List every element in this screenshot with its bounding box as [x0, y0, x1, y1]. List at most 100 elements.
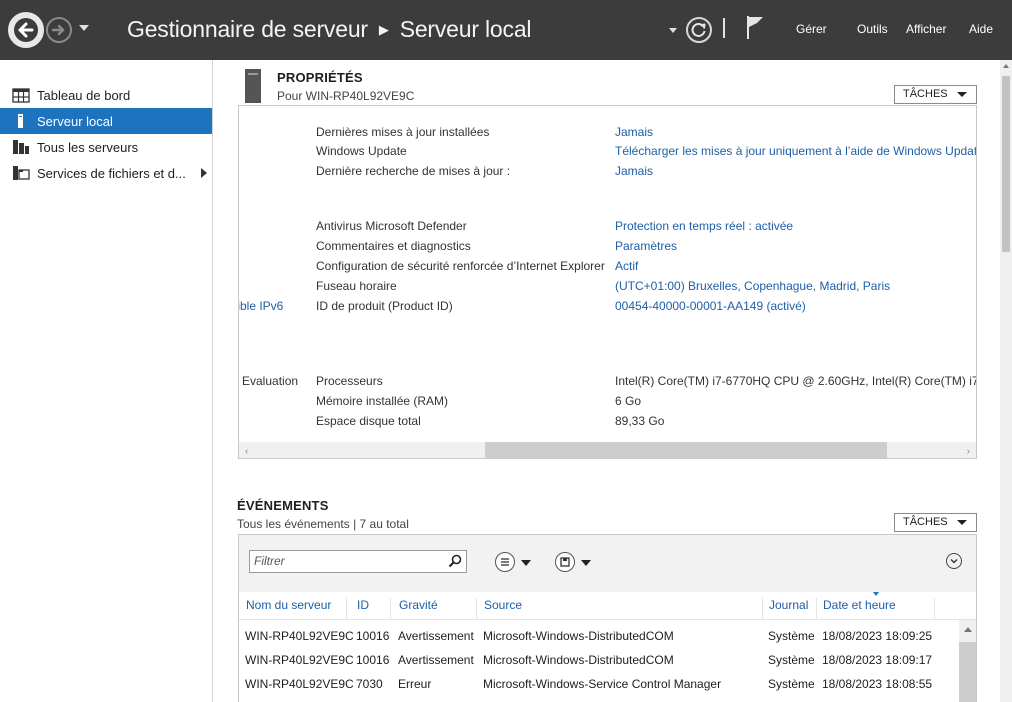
properties-tasks-button[interactable]: TÂCHES: [894, 85, 977, 104]
save-query-button[interactable]: [555, 552, 575, 572]
menu-help[interactable]: Aide: [969, 22, 993, 36]
column-date-time[interactable]: Date et heure: [817, 598, 935, 620]
dashboard-icon: [12, 87, 30, 103]
property-value-link[interactable]: Jamais: [615, 164, 653, 178]
ipv6-fragment-link[interactable]: tible IPv6: [239, 299, 283, 313]
property-label: Commentaires et diagnostics: [316, 239, 471, 253]
property-row: Evaluation Processeurs Intel(R) Core(TM)…: [239, 374, 976, 394]
cell-log: Système: [768, 629, 815, 643]
table-row[interactable]: WIN-RP40L92VE9C 10016 Avertissement Micr…: [239, 629, 959, 653]
property-label: Mémoire installée (RAM): [316, 394, 449, 408]
property-value-link[interactable]: Actif: [615, 259, 638, 273]
property-value-link[interactable]: Télécharger les mises à jour uniquement …: [615, 144, 976, 158]
events-vertical-scrollbar[interactable]: [959, 620, 976, 702]
breadcrumb: Gestionnaire de serveur ▶ Serveur local: [127, 16, 532, 43]
cell-source: Microsoft-Windows-Service Control Manage…: [483, 677, 722, 691]
expand-button[interactable]: [946, 553, 962, 569]
chevron-down-icon[interactable]: [521, 560, 531, 566]
property-value-link[interactable]: (UTC+01:00) Bruxelles, Copenhague, Madri…: [615, 279, 890, 293]
filter-input[interactable]: Filtrer: [249, 550, 467, 573]
save-icon: [560, 557, 570, 567]
cell-date-time: 18/08/2023 18:09:17: [822, 653, 933, 667]
sidebar-item-label: Serveur local: [37, 113, 113, 129]
scroll-up-icon[interactable]: [1003, 64, 1009, 68]
cell-source: Microsoft-Windows-DistributedCOM: [483, 653, 674, 667]
cell-id: 10016: [356, 653, 390, 667]
menu-view[interactable]: Afficher: [906, 22, 946, 36]
property-row: Dernières mises à jour installées Jamais: [239, 125, 976, 145]
scroll-left-icon[interactable]: ‹: [245, 446, 248, 457]
property-value-link[interactable]: Jamais: [615, 125, 653, 139]
scroll-up-icon[interactable]: [964, 627, 972, 632]
property-value-link[interactable]: Paramètres: [615, 239, 677, 253]
sidebar-item-all-servers[interactable]: Tous les serveurs: [0, 134, 212, 160]
property-row: Windows Update Télécharger les mises à j…: [239, 144, 976, 164]
scrollbar-thumb[interactable]: [1002, 76, 1010, 252]
back-button[interactable]: [8, 12, 44, 48]
chevron-down-icon: [957, 92, 967, 97]
property-row: Antivirus Microsoft Defender Protection …: [239, 219, 976, 239]
scrollbar-thumb[interactable]: [485, 442, 887, 458]
events-title: ÉVÉNEMENTS: [237, 498, 329, 513]
property-value: 89,33 Go: [615, 414, 665, 428]
property-value-link[interactable]: 00454-40000-00001-AA149 (activé): [615, 299, 806, 313]
breadcrumb-dropdown-icon[interactable]: [669, 28, 677, 33]
breadcrumb-root[interactable]: Gestionnaire de serveur: [127, 16, 368, 43]
sidebar-item-label: Tableau de bord: [37, 87, 131, 103]
events-toolbar: Filtrer: [239, 535, 976, 592]
property-label: Dernière recherche de mises à jour :: [316, 164, 511, 178]
main-vertical-scrollbar[interactable]: [1000, 60, 1012, 702]
tasks-label: TÂCHES: [903, 516, 948, 528]
column-log[interactable]: Journal: [763, 598, 817, 620]
server-icon: [12, 113, 30, 129]
cell-server: WIN-RP40L92VE9C: [245, 629, 354, 643]
filter-placeholder: Filtrer: [254, 554, 285, 568]
menu-manage[interactable]: Gérer: [796, 22, 827, 36]
properties-subtitle: Pour WIN-RP40L92VE9C: [277, 89, 415, 103]
column-source[interactable]: Source: [478, 598, 763, 620]
property-row: Dernière recherche de mises à jour : Jam…: [239, 164, 976, 184]
forward-button[interactable]: [46, 17, 72, 43]
table-row[interactable]: WIN-RP40L92VE9C 7030 Erreur Microsoft-Wi…: [239, 677, 959, 701]
events-table-header: Nom du serveur ID Gravité Source Journal…: [239, 592, 976, 620]
table-row[interactable]: WIN-RP40L92VE9C 10016 Avertissement Micr…: [239, 653, 959, 677]
chevron-down-icon: [950, 559, 958, 564]
sidebar-item-dashboard[interactable]: Tableau de bord: [0, 82, 212, 108]
main-content: PROPRIÉTÉS Pour WIN-RP40L92VE9C TÂCHES D…: [214, 60, 1012, 702]
notifications-flag-icon[interactable]: [744, 14, 766, 40]
toolbar-divider: [723, 18, 725, 38]
property-row: Espace disque total 89,33 Go: [239, 414, 976, 434]
cell-severity: Erreur: [398, 677, 432, 691]
chevron-right-icon[interactable]: [201, 168, 207, 178]
properties-panel: Dernières mises à jour installées Jamais…: [238, 105, 977, 459]
cell-server: WIN-RP40L92VE9C: [245, 677, 354, 691]
sidebar-item-local-server[interactable]: Serveur local: [0, 108, 212, 134]
cell-log: Système: [768, 677, 815, 691]
refresh-button[interactable]: [686, 17, 712, 43]
property-label: Espace disque total: [316, 414, 421, 428]
property-value: Intel(R) Core(TM) i7-6770HQ CPU @ 2.60GH…: [615, 374, 976, 388]
scrollbar-thumb[interactable]: [959, 642, 976, 702]
menu-tools[interactable]: Outils: [857, 22, 888, 36]
query-options-button[interactable]: [495, 552, 515, 572]
property-value: 6 Go: [615, 394, 642, 408]
column-id[interactable]: ID: [351, 598, 391, 620]
tasks-label: TÂCHES: [903, 88, 948, 100]
horizontal-scrollbar[interactable]: ‹ ›: [239, 442, 976, 458]
properties-title: PROPRIÉTÉS: [277, 70, 363, 85]
cell-date-time: 18/08/2023 18:08:55: [822, 677, 933, 691]
property-row: Fuseau horaire (UTC+01:00) Bruxelles, Co…: [239, 279, 976, 299]
scroll-right-icon[interactable]: ›: [967, 446, 970, 457]
sidebar-item-file-services[interactable]: Services de fichiers et d...: [0, 160, 212, 186]
history-dropdown-icon[interactable]: [79, 25, 89, 31]
column-severity[interactable]: Gravité: [393, 598, 477, 620]
edition-fragment: Evaluation: [242, 374, 299, 388]
breadcrumb-current: Serveur local: [399, 16, 532, 42]
events-tasks-button[interactable]: TÂCHES: [894, 513, 977, 532]
column-server-name[interactable]: Nom du serveur: [240, 598, 347, 620]
search-icon[interactable]: [448, 554, 462, 568]
chevron-down-icon[interactable]: [581, 560, 591, 566]
chevron-down-icon: [957, 520, 967, 525]
property-row: tible IPv6 ID de produit (Product ID) 00…: [239, 299, 976, 319]
property-value-link[interactable]: Protection en temps réel : activée: [615, 219, 793, 233]
